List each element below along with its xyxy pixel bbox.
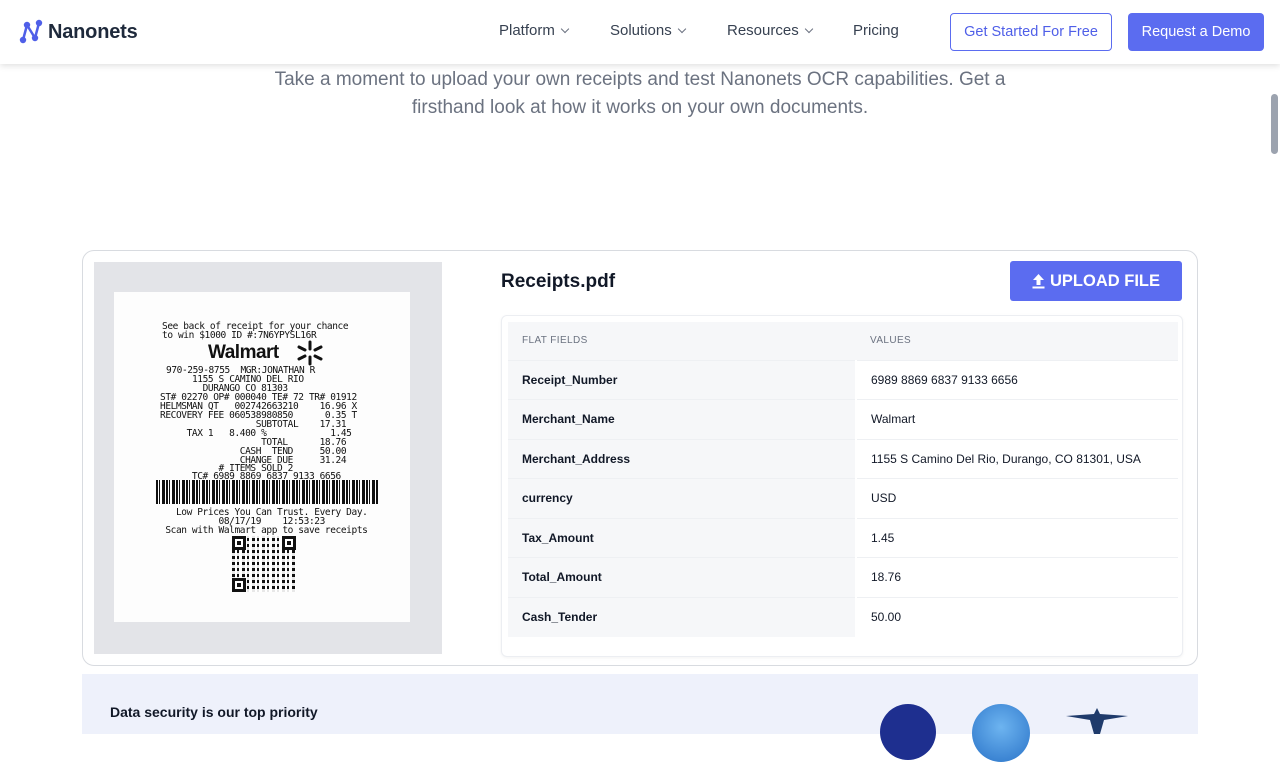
table-row[interactable]: Total_Amount 18.76 <box>508 557 1178 597</box>
field-name: Receipt_Number <box>508 359 857 400</box>
extraction-table: FLAT FIELDS VALUES Receipt_Number 6989 8… <box>501 315 1183 657</box>
receipt-brand: Walmart <box>208 342 279 363</box>
field-value: Walmart <box>856 399 1178 439</box>
table-row[interactable]: Merchant_Address 1155 S Camino Del Rio, … <box>508 438 1178 479</box>
field-value: 6989 8869 6837 9133 6656 <box>856 359 1178 400</box>
gdpr-badge-icon <box>880 704 936 760</box>
get-started-button[interactable]: Get Started For Free <box>950 13 1112 51</box>
receipt-line: Scan with Walmart app to save receipts <box>160 525 368 536</box>
column-header-values: VALUES <box>856 322 1178 360</box>
logo-text: Nanonets <box>48 20 138 43</box>
field-name: Cash_Tender <box>508 596 857 637</box>
table-row[interactable]: currency USD <box>508 478 1178 518</box>
nav-solutions[interactable]: Solutions <box>610 22 686 39</box>
column-header-fields: FLAT FIELDS <box>508 322 856 360</box>
nav-pricing[interactable]: Pricing <box>853 22 899 39</box>
document-preview: See back of receipt for your chance to w… <box>94 262 442 654</box>
security-title: Data security is our top priority <box>110 704 318 720</box>
upload-file-button[interactable]: UPLOAD FILE <box>1010 261 1182 301</box>
field-value: 1.45 <box>856 517 1178 558</box>
field-name: Merchant_Name <box>508 399 857 439</box>
field-value: 1155 S Camino Del Rio, Durango, CO 81301… <box>856 438 1178 479</box>
nav-resources-label: Resources <box>727 22 799 39</box>
table-row[interactable]: Merchant_Name Walmart <box>508 399 1178 439</box>
chevron-down-icon <box>560 24 570 33</box>
table-row[interactable]: Receipt_Number 6989 8869 6837 9133 6656 <box>508 359 1178 400</box>
table-row[interactable]: Tax_Amount 1.45 <box>508 517 1178 558</box>
chevron-down-icon <box>804 24 813 33</box>
nanonets-logo-icon <box>19 19 43 44</box>
chevron-down-icon <box>677 24 686 33</box>
nav-resources[interactable]: Resources <box>727 22 813 39</box>
receipt-line: to win $1000 ID #:7N6YPYSL16R <box>162 330 317 341</box>
table-header-row: FLAT FIELDS VALUES <box>508 322 1178 360</box>
security-section: Data security is our top priority <box>82 674 1198 762</box>
upload-file-label: UPLOAD FILE <box>1050 271 1160 290</box>
hipaa-eagle-icon <box>1066 708 1128 734</box>
receipt-image: See back of receipt for your chance to w… <box>114 292 410 622</box>
field-value: 50.00 <box>856 596 1178 637</box>
compliance-badge-icon <box>972 704 1030 762</box>
page-scrollbar[interactable] <box>1271 94 1278 154</box>
file-name: Receipts.pdf <box>501 271 616 292</box>
nav-pricing-label: Pricing <box>853 22 899 39</box>
request-demo-button[interactable]: Request a Demo <box>1128 13 1264 51</box>
field-name: Tax_Amount <box>508 517 857 558</box>
field-value: USD <box>856 478 1178 518</box>
nanonets-logo[interactable]: Nanonets <box>18 18 138 46</box>
qr-finder <box>232 578 246 592</box>
site-header: Nanonets Platform Solutions Resources Pr… <box>0 0 1280 64</box>
qr-code <box>232 536 296 592</box>
barcode <box>156 480 378 504</box>
table-row[interactable]: Cash_Tender 50.00 <box>508 596 1178 637</box>
upload-icon <box>1032 273 1045 288</box>
demo-card: See back of receipt for your chance to w… <box>82 250 1198 666</box>
intro-text: Take a moment to upload your own receipt… <box>274 69 1006 118</box>
field-value: 18.76 <box>856 557 1178 597</box>
nav-platform[interactable]: Platform <box>499 22 570 39</box>
nav-platform-label: Platform <box>499 22 555 39</box>
qr-finder <box>282 536 296 550</box>
qr-finder <box>232 536 246 550</box>
nav-solutions-label: Solutions <box>610 22 672 39</box>
field-name: currency <box>508 478 857 518</box>
field-name: Total_Amount <box>508 557 857 597</box>
spark-icon <box>297 340 323 366</box>
field-name: Merchant_Address <box>508 438 857 479</box>
